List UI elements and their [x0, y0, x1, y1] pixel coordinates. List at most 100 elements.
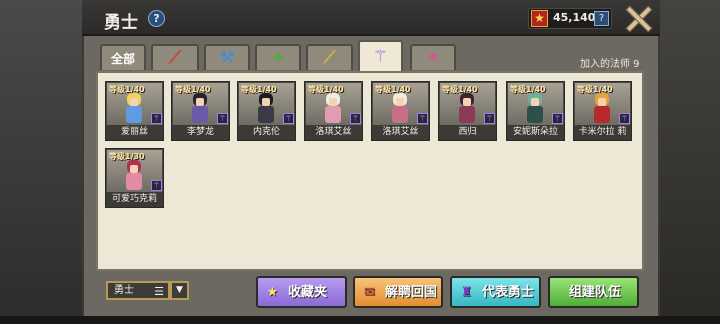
- favorites-button[interactable]: ★ 收藏夹: [256, 276, 347, 308]
- hero-level: 等级1/30: [109, 152, 145, 161]
- filter-dropdown[interactable]: 勇士 ☰: [106, 281, 170, 300]
- hero-portrait: 等级1/40 ⚚: [239, 83, 294, 126]
- page-title: 勇士: [104, 13, 138, 33]
- hero-face: [463, 98, 471, 106]
- staff-class-icon: ⚚: [619, 113, 630, 124]
- hero-body: [527, 106, 543, 123]
- hero-name: 洛琪艾丝: [372, 125, 429, 140]
- favorites-label: 收藏夹: [288, 285, 328, 300]
- filter-dropdown-label: 勇士: [114, 285, 134, 296]
- hero-portrait: 等级1/40 ⚚: [173, 83, 228, 126]
- sword-icon: ⟋: [169, 48, 181, 68]
- background-left: [0, 0, 82, 324]
- close-button[interactable]: [625, 5, 651, 31]
- representative-button[interactable]: ♜ 代表勇士: [450, 276, 541, 308]
- build-team-button[interactable]: 组建队伍: [548, 276, 639, 308]
- hero-portrait: 等级1/40 ⚚: [306, 83, 361, 126]
- staff-icon: ⚚: [372, 47, 389, 67]
- build-team-label: 组建队伍: [569, 285, 622, 300]
- tab-sword[interactable]: ⟋: [151, 44, 199, 70]
- chevron-down-icon[interactable]: ▼: [170, 281, 189, 300]
- hammer-icon: ⚒: [219, 48, 235, 68]
- hero-body: [126, 173, 142, 190]
- hero-name: 洛琪艾丝: [305, 125, 362, 140]
- hero-card[interactable]: 等级1/40 ⚚ 卡米尔拉 莉: [573, 81, 632, 141]
- staff-class-icon: ⚚: [350, 113, 361, 124]
- hero-name: 卡米尔拉 莉: [574, 125, 631, 140]
- hero-name: 李梦龙: [172, 125, 229, 140]
- hero-name: 西归: [439, 125, 496, 140]
- hero-face: [262, 98, 270, 106]
- hero-name: 安妮斯朵拉: [507, 125, 564, 140]
- hero-portrait: 等级1/40 ⚚: [575, 83, 630, 126]
- star-icon: ★: [266, 285, 279, 300]
- hero-level: 等级1/40: [510, 85, 546, 94]
- hero-level: 等级1/40: [175, 85, 211, 94]
- hero-body: [325, 106, 341, 123]
- hero-card[interactable]: 等级1/40 ⚚ 洛琪艾丝: [304, 81, 363, 141]
- hero-body: [192, 106, 208, 123]
- staff-class-icon: ⚚: [283, 113, 294, 124]
- hero-body: [392, 106, 408, 123]
- hero-face: [598, 98, 606, 106]
- hero-body: [126, 106, 142, 123]
- bow-icon: ⌖: [273, 48, 283, 68]
- tab-gun[interactable]: ⟋: [306, 44, 353, 70]
- hero-level: 等级1/40: [577, 85, 613, 94]
- tab-hammer[interactable]: ⚒: [204, 44, 250, 70]
- tab-all[interactable]: 全部: [100, 44, 146, 70]
- gem-icon: ★: [531, 10, 548, 27]
- background-right: [658, 0, 720, 324]
- staff-class-icon: ⚚: [484, 113, 495, 124]
- list-icon: ☰: [154, 285, 164, 298]
- bottom-strip: [0, 316, 720, 324]
- hero-level: 等级1/40: [375, 85, 411, 94]
- dismiss-label: 解聘回国: [385, 285, 438, 300]
- hero-face: [130, 98, 138, 106]
- hero-level: 等级1/40: [308, 85, 344, 94]
- hero-name: 可爱巧克莉: [106, 192, 163, 207]
- tab-bow[interactable]: ⌖: [255, 44, 301, 70]
- letter-icon: ✉: [364, 285, 375, 300]
- hero-card[interactable]: 等级1/40 ⚚ 西归: [438, 81, 497, 141]
- hero-body: [258, 106, 274, 123]
- hero-portrait: 等级1/40 ⚚: [440, 83, 495, 126]
- hero-name: 内克伦: [238, 125, 295, 140]
- hero-grid-panel: 等级1/40 ⚚ 爱丽丝 等级1/40 ⚚ 李梦龙 等级1/40 ⚚ 内克伦 等级1/40 ⚚ 洛琪艾…: [96, 71, 644, 271]
- gun-icon: ⟋: [323, 48, 336, 68]
- hero-face: [329, 98, 337, 106]
- hero-body: [594, 106, 610, 123]
- help-icon[interactable]: ?: [148, 10, 165, 27]
- staff-class-icon: ⚚: [217, 113, 228, 124]
- pendant-icon: ⚭: [425, 48, 441, 68]
- hero-face: [531, 98, 539, 106]
- dismiss-button[interactable]: ✉ 解聘回国: [353, 276, 443, 308]
- mage-count: 加入的法师 9: [580, 59, 640, 70]
- hero-level: 等级1/40: [442, 85, 478, 94]
- hero-card[interactable]: 等级1/40 ⚚ 爱丽丝: [105, 81, 164, 141]
- hero-face: [130, 165, 138, 173]
- hero-card[interactable]: 等级1/30 ⚚ 可爱巧克莉: [105, 148, 164, 208]
- hero-level: 等级1/40: [241, 85, 277, 94]
- hero-card[interactable]: 等级1/40 ⚚ 内克伦: [237, 81, 296, 141]
- tab-staff[interactable]: ⚚: [358, 40, 403, 72]
- currency-value: 45,140: [553, 11, 596, 24]
- staff-class-icon: ⚚: [151, 180, 162, 191]
- hero-portrait: 等级1/40 ⚚: [373, 83, 428, 126]
- hero-portrait: 等级1/40 ⚚: [107, 83, 162, 126]
- tab-all-label: 全部: [110, 52, 135, 66]
- hero-face: [396, 98, 404, 106]
- currency-help-icon[interactable]: ?: [594, 11, 609, 26]
- representative-label: 代表勇士: [482, 285, 535, 300]
- hero-card[interactable]: 等级1/40 ⚚ 李梦龙: [171, 81, 230, 141]
- hero-level: 等级1/40: [109, 85, 145, 94]
- staff-class-icon: ⚚: [552, 113, 563, 124]
- hero-name: 爱丽丝: [106, 125, 163, 140]
- hero-portrait: 等级1/40 ⚚: [508, 83, 563, 126]
- hero-face: [196, 98, 204, 106]
- hero-card[interactable]: 等级1/40 ⚚ 洛琪艾丝: [371, 81, 430, 141]
- tab-pendant[interactable]: ⚭: [410, 44, 456, 70]
- hero-card[interactable]: 等级1/40 ⚚ 安妮斯朵拉: [506, 81, 565, 141]
- staff-class-icon: ⚚: [151, 113, 162, 124]
- staff-class-icon: ⚚: [417, 113, 428, 124]
